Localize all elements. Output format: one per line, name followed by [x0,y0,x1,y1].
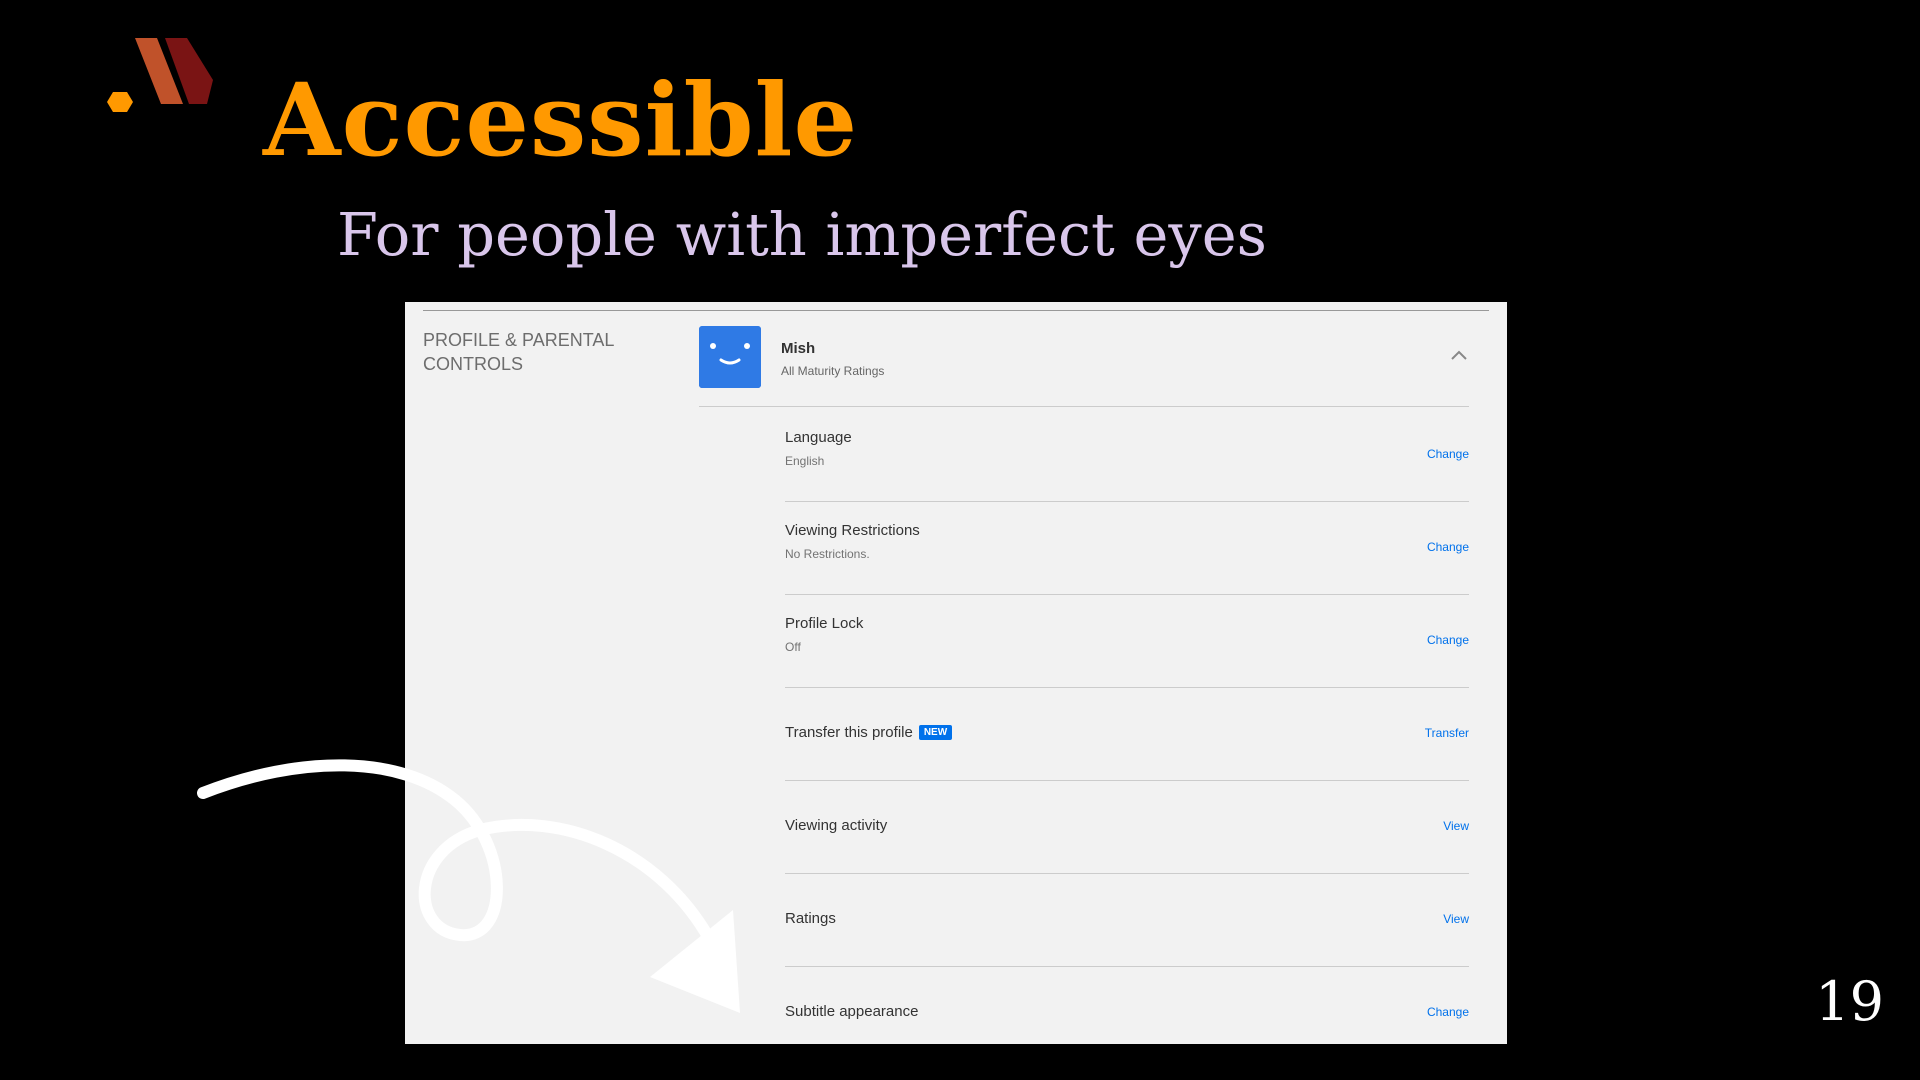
slide-title: Accessible [263,61,859,179]
row-label: Viewing activity [785,817,888,834]
view-activity-link[interactable]: View [1443,819,1469,833]
row-value: No Restrictions. [785,547,870,561]
settings-row-viewing-activity: Viewing activity View [785,781,1469,874]
settings-screenshot: PROFILE & PARENTAL CONTROLS Mish All Mat… [405,302,1507,1044]
view-ratings-link[interactable]: View [1443,912,1469,926]
row-label: Viewing Restrictions [785,522,920,539]
smiley-face-icon [699,326,761,388]
row-value: Off [785,640,801,654]
change-subtitle-appearance-link[interactable]: Change [1427,1005,1469,1019]
chevron-up-icon[interactable] [1449,348,1469,362]
settings-row-ratings: Ratings View [785,874,1469,967]
row-label-wrap: Transfer this profile NEW [785,724,953,741]
settings-row-subtitle-appearance: Subtitle appearance Change [785,967,1469,1044]
transfer-profile-link[interactable]: Transfer [1425,726,1469,740]
settings-row-language: Language English Change [785,409,1469,502]
profile-name: Mish [781,340,816,357]
settings-row-profile-lock: Profile Lock Off Change [785,595,1469,688]
new-badge: NEW [918,725,953,740]
slide-subtitle: For people with imperfect eyes [337,200,1267,269]
change-profile-lock-link[interactable]: Change [1427,633,1469,647]
settings-row-viewing-restrictions: Viewing Restrictions No Restrictions. Ch… [785,502,1469,595]
hexagon-m-logo-icon [107,38,213,112]
change-language-link[interactable]: Change [1427,447,1469,461]
row-label: Ratings [785,910,836,927]
row-label: Language [785,429,852,446]
profile-header[interactable]: Mish All Maturity Ratings [699,326,1469,407]
page-number: 19 [1815,970,1884,1033]
change-restrictions-link[interactable]: Change [1427,540,1469,554]
profile-maturity: All Maturity Ratings [781,364,885,378]
row-value: English [785,454,825,468]
divider [423,310,1489,311]
row-label: Subtitle appearance [785,1003,919,1020]
settings-row-transfer-profile: Transfer this profile NEW Transfer [785,688,1469,781]
row-label: Profile Lock [785,615,864,632]
row-label: Transfer this profile [785,724,913,741]
settings-list: Language English Change Viewing Restrict… [785,409,1469,1044]
section-heading: PROFILE & PARENTAL CONTROLS [423,330,614,374]
